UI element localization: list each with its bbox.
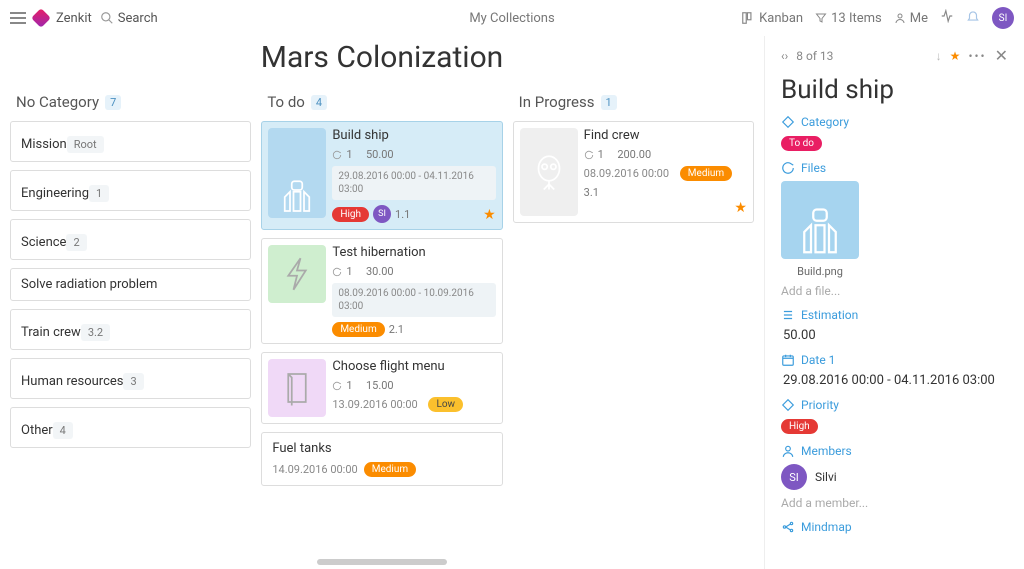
download-icon[interactable]: ↓ <box>936 49 942 63</box>
field-date1: Date 1 29.08.2016 00:00 - 04.11.2016 03:… <box>781 353 1008 388</box>
priority-value[interactable]: High <box>781 419 818 434</box>
column-to-do: To do 4 Build ship 1 50.00 29.08.2016 00… <box>261 89 502 551</box>
bolt-icon <box>268 245 326 303</box>
column-title: To do <box>267 93 305 111</box>
card-other[interactable]: Other4 <box>10 407 251 448</box>
column-no-category: No Category 7 MissionRoot Engineering1 S… <box>10 89 251 551</box>
detail-panel: ‹› 8 of 13 ↓ ★ ••• ✕ Build ship Category… <box>764 36 1024 569</box>
me-filter[interactable]: Me <box>894 11 928 26</box>
card-mission[interactable]: MissionRoot <box>10 121 251 162</box>
avatar[interactable]: SI <box>992 7 1014 29</box>
book-icon <box>268 359 326 417</box>
prev-item-icon[interactable]: ‹› <box>781 49 788 63</box>
kanban-board: No Category 7 MissionRoot Engineering1 S… <box>0 89 764 555</box>
member-row[interactable]: SI Silvi <box>781 464 1008 490</box>
column-in-progress: In Progress 1 Find crew 1 200.00 08.09.2… <box>513 89 754 551</box>
field-members: Members SI Silvi Add a member... <box>781 444 1008 510</box>
alien-icon <box>520 128 578 216</box>
card-science[interactable]: Science2 <box>10 219 251 260</box>
card-find-crew[interactable]: Find crew 1 200.00 08.09.2016 00:00 Medi… <box>513 121 754 223</box>
file-name: Build.png <box>781 265 859 278</box>
card-build-ship[interactable]: Build ship 1 50.00 29.08.2016 00:00 - 04… <box>261 121 502 230</box>
column-title: No Category <box>16 93 99 111</box>
rockets-icon <box>268 128 326 218</box>
close-icon[interactable]: ✕ <box>995 46 1008 65</box>
field-estimation: Estimation 50.00 <box>781 308 1008 343</box>
category-value[interactable]: To do <box>781 136 822 151</box>
items-filter[interactable]: 13 Items <box>815 11 882 26</box>
card-test-hibernation[interactable]: Test hibernation 1 30.00 08.09.2016 00:0… <box>261 238 502 344</box>
field-priority: Priority High <box>781 398 1008 434</box>
bell-icon[interactable] <box>966 9 980 27</box>
view-switcher[interactable]: Kanban <box>741 11 803 26</box>
column-title: In Progress <box>519 93 595 111</box>
estimation-value[interactable]: 50.00 <box>781 328 1008 343</box>
more-icon[interactable]: ••• <box>968 49 986 63</box>
field-mindmap: Mindmap <box>781 520 1008 534</box>
card-flight-menu[interactable]: Choose flight menu 1 15.00 13.09.2016 00… <box>261 352 502 424</box>
search-label: Search <box>118 11 158 26</box>
brand-name: Zenkit <box>56 11 92 26</box>
logo-icon <box>31 8 51 28</box>
item-counter: 8 of 13 <box>796 49 833 63</box>
view-label: Kanban <box>759 11 803 26</box>
breadcrumb[interactable]: My Collections <box>348 11 676 26</box>
horizontal-scrollbar[interactable] <box>317 559 447 565</box>
card-hr[interactable]: Human resources3 <box>10 358 251 399</box>
column-count: 4 <box>311 95 327 110</box>
add-file[interactable]: Add a file... <box>781 284 1008 298</box>
menu-icon[interactable] <box>10 12 26 24</box>
star-icon[interactable]: ★ <box>950 49 961 63</box>
field-files: Files Build.png Add a file... <box>781 161 1008 298</box>
card-radiation[interactable]: Solve radiation problem <box>10 268 251 301</box>
card-fuel-tanks[interactable]: Fuel tanks 14.09.2016 00:00Medium <box>261 432 502 486</box>
field-category: Category To do <box>781 115 1008 151</box>
file-thumbnail[interactable] <box>781 181 859 259</box>
card-train-crew[interactable]: Train crew3.2 <box>10 309 251 350</box>
column-count: 7 <box>105 95 121 110</box>
me-label: Me <box>910 11 928 26</box>
page-title: Mars Colonization <box>0 36 764 89</box>
search-button[interactable]: Search <box>100 11 158 26</box>
detail-title[interactable]: Build ship <box>781 75 1008 105</box>
star-icon[interactable]: ★ <box>734 200 747 216</box>
activity-icon[interactable] <box>940 9 954 27</box>
column-count: 1 <box>601 95 617 110</box>
star-icon[interactable]: ★ <box>483 207 496 223</box>
member-avatar: SI <box>781 464 807 490</box>
card-engineering[interactable]: Engineering1 <box>10 170 251 211</box>
add-member[interactable]: Add a member... <box>781 496 1008 510</box>
items-count: 13 Items <box>831 11 882 26</box>
date1-value[interactable]: 29.08.2016 00:00 - 04.11.2016 03:00 <box>781 373 1008 388</box>
member-name: Silvi <box>815 470 837 484</box>
